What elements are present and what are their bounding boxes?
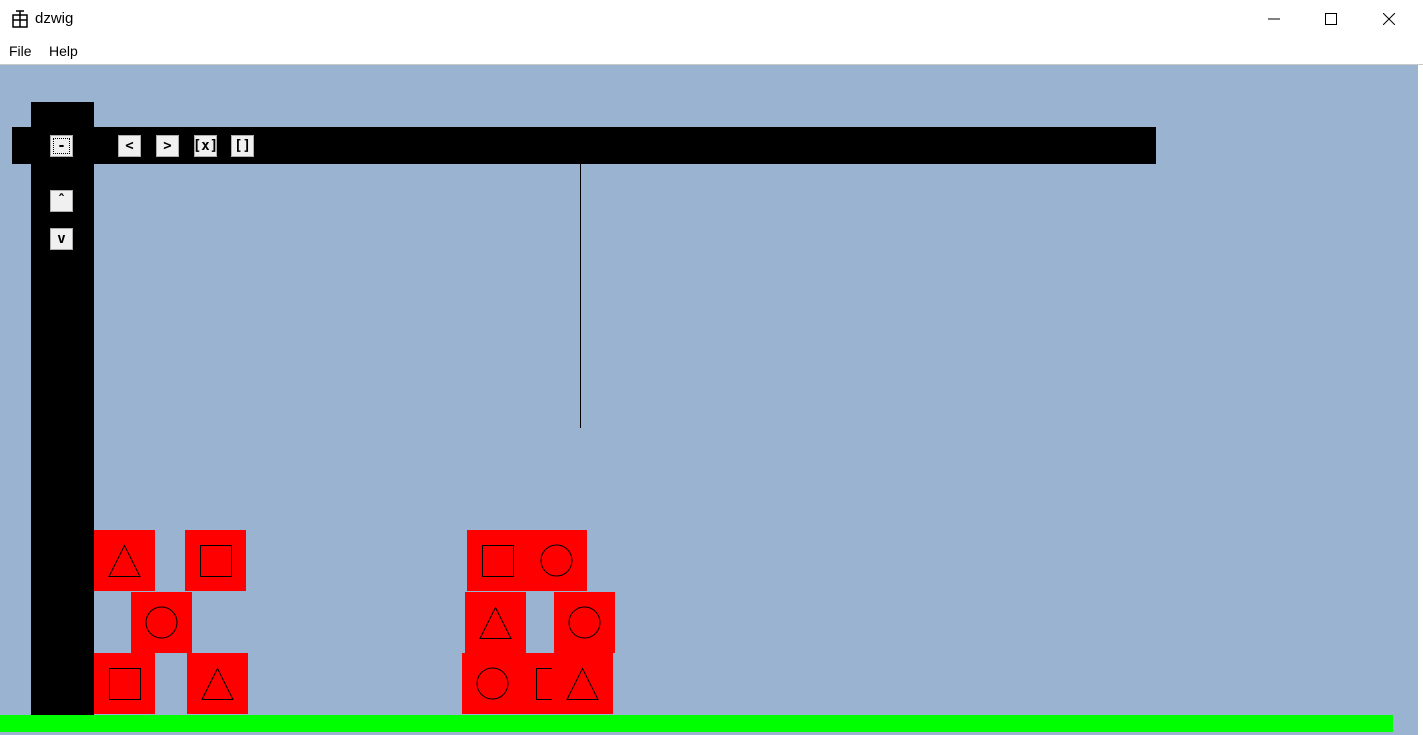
block-triangle bbox=[552, 653, 613, 714]
square-icon bbox=[482, 545, 514, 577]
crane-jib bbox=[12, 127, 1156, 164]
triangle-icon bbox=[479, 606, 512, 639]
circle-icon bbox=[568, 606, 601, 639]
block-circle bbox=[131, 592, 192, 653]
maximize-button[interactable] bbox=[1302, 0, 1360, 38]
crane-canvas: - < > [x] [] ˆ v bbox=[0, 65, 1418, 735]
menu-file[interactable]: File bbox=[9, 43, 32, 59]
app-window: dzwig File Help - < > [x] [] ˆ v bbox=[0, 0, 1423, 735]
triangle-icon bbox=[566, 667, 599, 700]
move-down-button[interactable]: v bbox=[50, 228, 73, 250]
move-right-button[interactable]: > bbox=[156, 135, 179, 157]
window-edge bbox=[1418, 65, 1423, 735]
title-bar: dzwig bbox=[0, 0, 1423, 38]
circle-icon bbox=[476, 667, 509, 700]
menu-bar: File Help bbox=[0, 38, 1423, 65]
app-icon bbox=[11, 10, 29, 28]
square-icon bbox=[200, 545, 232, 577]
block-triangle bbox=[94, 530, 155, 591]
move-left-button[interactable]: < bbox=[118, 135, 141, 157]
block-square bbox=[185, 530, 246, 591]
block-square bbox=[94, 653, 155, 714]
minimize-icon bbox=[1268, 18, 1280, 20]
close-button[interactable] bbox=[1360, 0, 1418, 38]
release-button[interactable]: [] bbox=[231, 135, 254, 157]
block-circle bbox=[462, 653, 523, 714]
grab-button[interactable]: [x] bbox=[193, 135, 218, 157]
close-icon bbox=[1383, 13, 1395, 25]
menu-help[interactable]: Help bbox=[49, 43, 78, 59]
window-title: dzwig bbox=[35, 10, 74, 27]
square-icon bbox=[109, 668, 141, 700]
circle-icon bbox=[540, 544, 573, 577]
block-circle bbox=[554, 592, 615, 653]
maximize-icon bbox=[1325, 13, 1337, 25]
block-square bbox=[467, 530, 528, 591]
circle-icon bbox=[145, 606, 178, 639]
ground bbox=[0, 715, 1393, 732]
move-up-button[interactable]: ˆ bbox=[50, 190, 73, 212]
block-triangle bbox=[465, 592, 526, 653]
block-circle bbox=[526, 530, 587, 591]
block-triangle bbox=[187, 653, 248, 714]
minimize-button[interactable] bbox=[1245, 0, 1303, 38]
crane-cable bbox=[580, 164, 581, 428]
triangle-icon bbox=[108, 544, 141, 577]
triangle-icon bbox=[201, 667, 234, 700]
mode-button[interactable]: - bbox=[50, 135, 73, 157]
